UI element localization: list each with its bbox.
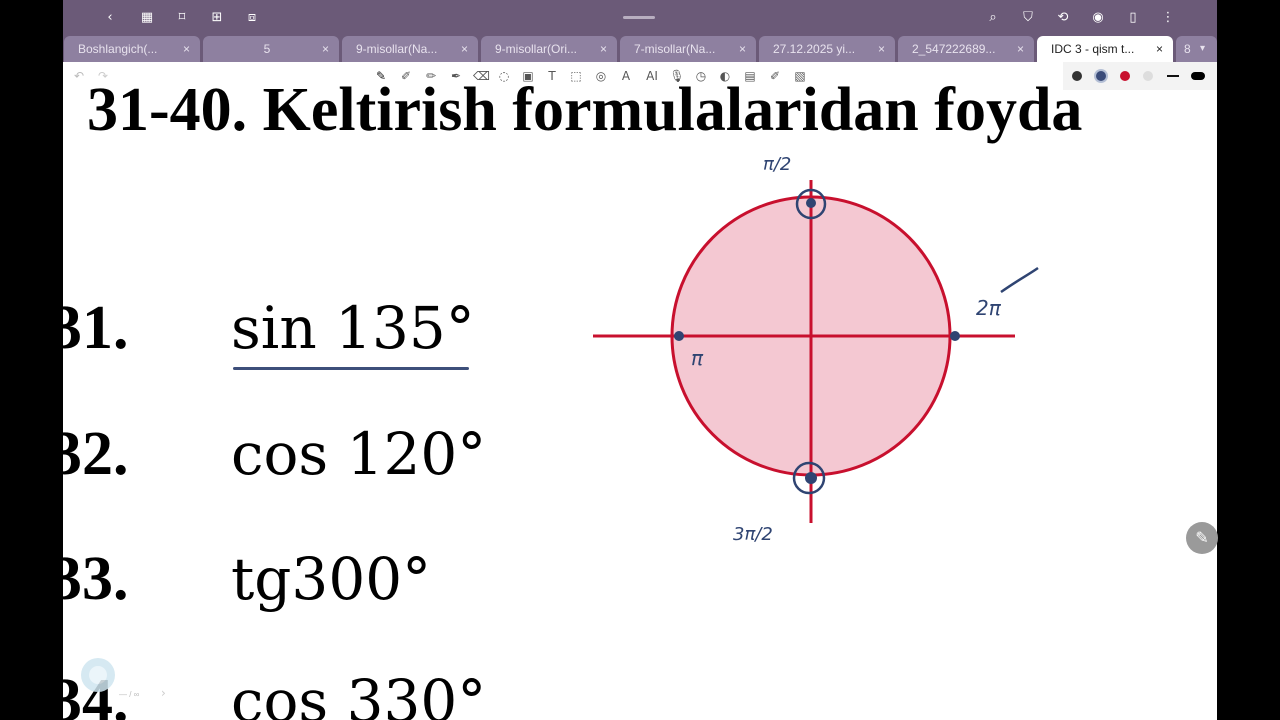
tab-9-misollar-na[interactable]: 9-misollar(Na... × (342, 36, 478, 62)
tab-5[interactable]: 5 × (203, 36, 339, 62)
tab-label: IDC 3 - qism t... (1051, 42, 1135, 56)
problem-number: 33. (63, 545, 129, 613)
tab-count: 8 (1184, 42, 1191, 56)
problem-expression: tg300° (231, 545, 432, 613)
tab-label: 2_547222689... (912, 42, 996, 56)
problem-number: 32. (63, 420, 129, 488)
problem-expression: cos 330° (231, 667, 487, 720)
document-viewer: ‹ ▦ ⌑ ⊞ ⧈ ⌕ ⛉ ⟲ ◉ ▯ ⋮ Boshlangich(... × … (63, 0, 1217, 720)
back-icon[interactable]: ‹ (101, 9, 119, 27)
point-left (674, 331, 684, 341)
pen-color-blue[interactable] (1096, 71, 1106, 81)
tab-label: 5 (263, 42, 271, 56)
edit-pencil-button[interactable]: ✎ (1186, 522, 1218, 554)
close-icon[interactable]: × (878, 36, 885, 62)
tab-7-misollar[interactable]: 7-misollar(Na... × (620, 36, 756, 62)
point-right (950, 331, 960, 341)
eye-icon[interactable]: ◉ (1089, 9, 1107, 27)
tab-label: Boshlangich(... (78, 42, 158, 56)
unit-circle-drawing: π/2 π 2π 3π/2 (593, 154, 1039, 545)
close-icon[interactable]: × (739, 36, 746, 62)
add-page-icon[interactable]: ⊞ (208, 9, 226, 27)
pen-color-light[interactable] (1143, 71, 1153, 81)
close-icon[interactable]: × (1156, 36, 1163, 62)
phone-icon[interactable]: ▯ (1124, 9, 1142, 27)
chevron-right-icon[interactable]: › (161, 686, 166, 700)
problem-number: 31. (63, 294, 129, 362)
ink-underline (233, 367, 469, 370)
pen-thick-stroke[interactable] (1191, 72, 1205, 80)
more-icon[interactable]: ⋮ (1159, 9, 1177, 27)
label-pi: π (691, 346, 704, 370)
bookmark-icon[interactable]: ⌑ (173, 9, 191, 27)
rotate-icon[interactable]: ⟲ (1054, 9, 1072, 27)
drag-handle[interactable] (623, 16, 655, 19)
section-heading: 31-40. Keltirish formulalaridan foyda (87, 76, 1083, 144)
problem-expression: sin 135° (231, 294, 475, 362)
close-icon[interactable]: × (322, 36, 329, 62)
close-icon[interactable]: × (600, 36, 607, 62)
page-indicator-text: — / ∞ (119, 690, 140, 699)
tab-label: 9-misollar(Na... (356, 42, 438, 56)
crop-icon[interactable]: ⧈ (243, 9, 261, 27)
pen-color-red[interactable] (1120, 71, 1130, 81)
pen-style-panel (1063, 62, 1217, 90)
grid-icon[interactable]: ▦ (138, 9, 156, 27)
tab-label: 27.12.2025 yi... (773, 42, 856, 56)
undo-icon[interactable]: ↶ (71, 68, 87, 84)
close-icon[interactable]: × (1017, 36, 1024, 62)
close-icon[interactable]: × (461, 36, 468, 62)
problem-expression: cos 120° (231, 420, 487, 488)
tab-9-misollar-ori[interactable]: 9-misollar(Ori... × (481, 36, 617, 62)
point-top (806, 198, 816, 208)
tab-file-number[interactable]: 2_547222689... × (898, 36, 1034, 62)
shirt-icon[interactable]: ⛉ (1019, 9, 1037, 27)
tab-overflow[interactable]: 8 ▾ (1176, 36, 1217, 62)
label-3pi-over-2: 3π/2 (733, 524, 773, 545)
tab-idc3-active[interactable]: IDC 3 - qism t... × (1037, 36, 1173, 62)
page-indicator-inner (89, 666, 107, 684)
tab-label: 9-misollar(Ori... (495, 42, 578, 56)
close-icon[interactable]: × (183, 36, 190, 62)
search-icon[interactable]: ⌕ (984, 9, 1002, 27)
tab-boshlangich[interactable]: Boshlangich(... × (64, 36, 200, 62)
chevron-down-icon[interactable]: ▾ (1200, 36, 1205, 62)
page-indicator[interactable] (81, 658, 115, 692)
ink-stroke (1000, 266, 1039, 294)
point-bottom (805, 472, 817, 484)
label-2pi: 2π (976, 296, 1002, 320)
label-pi-over-2: π/2 (763, 154, 791, 175)
tab-bar: Boshlangich(... × 5 × 9-misollar(Na... ×… (63, 35, 1217, 62)
top-toolbar: ‹ ▦ ⌑ ⊞ ⧈ ⌕ ⛉ ⟲ ◉ ▯ ⋮ (63, 0, 1217, 35)
tab-date[interactable]: 27.12.2025 yi... × (759, 36, 895, 62)
tab-label: 7-misollar(Na... (634, 42, 716, 56)
pen-thin-stroke[interactable] (1167, 75, 1179, 77)
